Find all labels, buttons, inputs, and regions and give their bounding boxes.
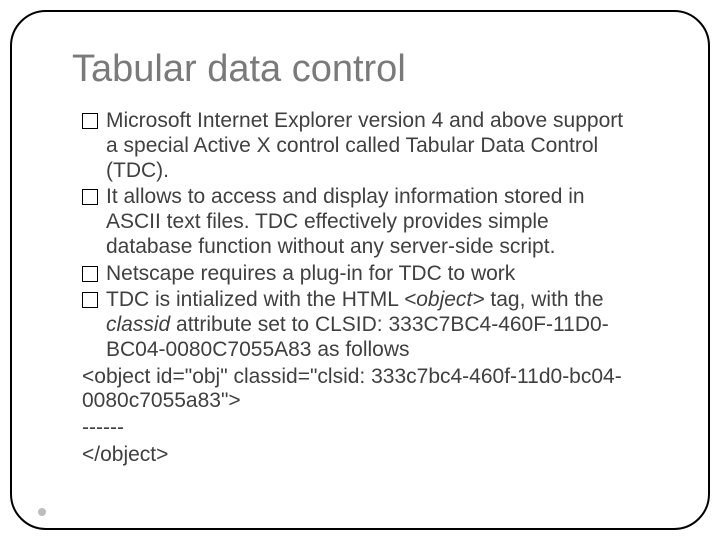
bullet-text-pre: TDC is intialized with the HTML bbox=[106, 288, 404, 311]
slide-title: Tabular data control bbox=[72, 48, 698, 91]
classid-italic: classid bbox=[106, 313, 170, 336]
bullet-text: It allows to access and display informat… bbox=[106, 185, 585, 258]
bullet-item: Netscape requires a plug-in for TDC to w… bbox=[82, 262, 638, 287]
bullet-item: It allows to access and display informat… bbox=[82, 185, 638, 259]
slide-body: Microsoft Internet Explorer version 4 an… bbox=[82, 109, 638, 468]
checkbox-icon bbox=[82, 292, 98, 308]
object-tag-italic: <object> bbox=[404, 288, 485, 311]
bullet-text: Netscape requires a plug-in for TDC to w… bbox=[106, 262, 515, 285]
slide: Tabular data control Microsoft Internet … bbox=[0, 0, 720, 540]
footer-dot-icon bbox=[38, 508, 46, 516]
code-line: </object> bbox=[82, 443, 638, 468]
bullet-text-mid: tag, with the bbox=[485, 288, 604, 311]
checkbox-icon bbox=[82, 266, 98, 282]
bullet-text-post: attribute set to CLSID: 333C7BC4-460F-11… bbox=[106, 313, 609, 361]
checkbox-icon bbox=[82, 113, 98, 129]
code-dashes: ------ bbox=[82, 416, 638, 441]
code-line: <object id="obj" classid="clsid: 333c7bc… bbox=[82, 365, 638, 415]
bullet-item: Microsoft Internet Explorer version 4 an… bbox=[82, 109, 638, 183]
bullet-text: Microsoft Internet Explorer version 4 an… bbox=[106, 109, 623, 182]
checkbox-icon bbox=[82, 189, 98, 205]
bullet-item: TDC is intialized with the HTML <object>… bbox=[82, 288, 638, 362]
